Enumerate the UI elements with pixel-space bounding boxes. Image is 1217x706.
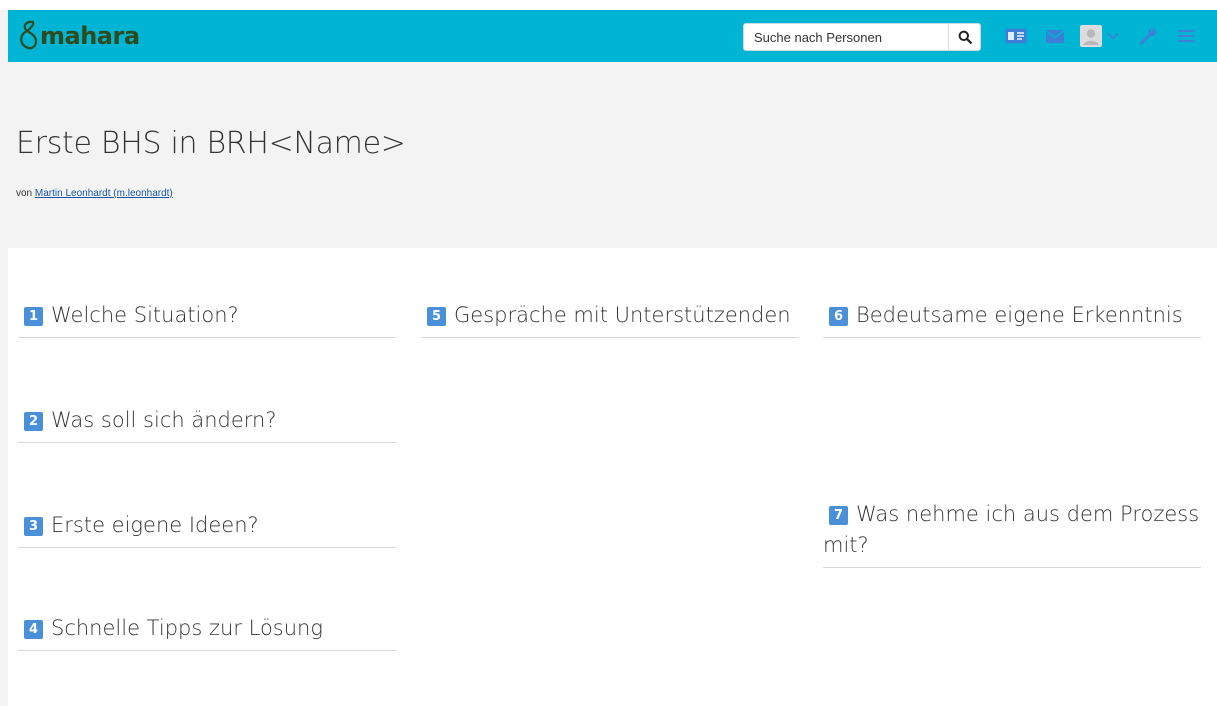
search-button[interactable] [948,24,980,50]
search-box [743,23,981,51]
block-5: 5 Gespräche mit Unterstützenden [421,300,799,338]
page-header: Erste BHS in BRH<Name> von Martin Leonha… [8,62,1217,248]
block-title: 6 Bedeutsame eigene Erkenntnis [823,300,1201,337]
block-title-text: Erste eigene Ideen? [51,513,259,537]
block-title: 2 Was soll sich ändern? [18,405,396,442]
user-avatar-icon [1079,25,1102,47]
block-4: 4 Schnelle Tipps zur Lösung [18,613,396,651]
block-title: 7 Was nehme ich aus dem Prozess mit? [823,499,1201,567]
wrench-icon [1140,28,1156,45]
number-badge: 5 [427,307,446,326]
block-6: 6 Bedeutsame eigene Erkenntnis [823,300,1201,338]
id-card-icon [1005,28,1027,44]
author-link[interactable]: Martin Leonhardt (m.leonhardt) [35,188,173,199]
block-title-text: Welche Situation? [51,303,239,327]
block-title-text: Was soll sich ändern? [51,408,277,432]
number-badge: 3 [24,517,43,536]
main-menu-button[interactable] [1175,26,1197,46]
page-title: Erste BHS in BRH<Name> [16,126,406,161]
block-title: 5 Gespräche mit Unterstützenden [421,300,799,337]
logo[interactable]: mahara [16,18,140,54]
block-title-text: Schnelle Tipps zur Lösung [51,616,323,640]
user-menu-button[interactable] [1078,24,1120,48]
block-title-text: Gespräche mit Unterstützenden [454,303,791,327]
menu-icon [1178,30,1194,42]
search-input[interactable] [744,24,942,50]
id-card-button[interactable] [1004,26,1028,46]
administration-button[interactable] [1137,26,1159,46]
number-badge: 2 [24,412,43,431]
search-icon [958,30,972,44]
number-badge: 1 [24,307,43,326]
number-badge: 6 [829,307,848,326]
chevron-down-icon [1106,32,1119,40]
number-badge: 7 [829,506,848,525]
left-edge [0,10,8,706]
mail-icon [1046,29,1064,43]
block-7: 7 Was nehme ich aus dem Prozess mit? [823,499,1201,568]
logo-mark-icon [20,20,38,50]
block-title: 3 Erste eigene Ideen? [18,510,396,547]
navbar: mahara [8,10,1217,62]
block-1: 1 Welche Situation? [18,300,396,338]
logo-text: mahara [40,22,140,50]
top-strip [0,0,1217,10]
block-title-text: Was nehme ich aus dem Prozess mit? [823,502,1200,557]
block-title-text: Bedeutsame eigene Erkenntnis [856,303,1183,327]
inbox-button[interactable] [1045,28,1065,44]
block-2: 2 Was soll sich ändern? [18,405,396,443]
byline-prefix: von [16,188,33,199]
block-3: 3 Erste eigene Ideen? [18,510,396,548]
block-title: 4 Schnelle Tipps zur Lösung [18,613,396,650]
block-title: 1 Welche Situation? [18,300,396,337]
byline: von Martin Leonhardt (m.leonhardt) [16,188,173,199]
number-badge: 4 [24,620,43,639]
